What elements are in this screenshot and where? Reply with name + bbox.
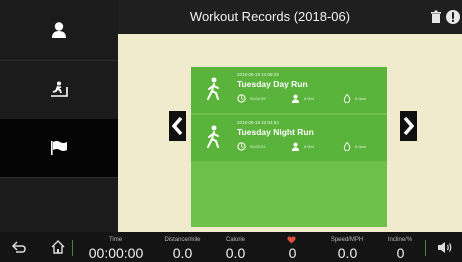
record-title: Tuesday Day Run — [237, 79, 308, 89]
record-time: 00:02:01 — [237, 142, 266, 151]
sidebar-item-user[interactable] — [0, 0, 118, 60]
distance-value: 0.0 — [172, 245, 193, 261]
records-panel: 2018-06-19 14:08:29 Tuesday Day Run 00:0… — [191, 67, 387, 227]
page-title: Workout Records (2018-06) — [189, 9, 351, 24]
clock-icon — [237, 142, 246, 151]
previous-page-button[interactable] — [169, 111, 186, 141]
heart-rate-value: 0 — [288, 245, 297, 261]
walker-icon — [207, 125, 219, 148]
walker-icon — [207, 77, 219, 100]
heart-icon — [287, 236, 296, 244]
divider — [425, 240, 426, 256]
sidebar-item-records[interactable] — [0, 119, 118, 177]
person-icon — [291, 142, 300, 151]
flame-icon — [343, 142, 351, 151]
divider — [72, 240, 73, 256]
trash-icon[interactable] — [428, 9, 444, 25]
record-date: 2018-06-19 22:04:54 — [237, 120, 279, 125]
record-calories: 0.0cal — [343, 94, 366, 103]
distance-label: Distance/mile — [164, 237, 201, 243]
record-time: 00:01:59 — [237, 94, 266, 103]
flag-icon — [51, 141, 67, 155]
info-icon[interactable] — [445, 9, 461, 25]
speed-value: 0.0 — [337, 245, 358, 261]
person-icon — [291, 94, 300, 103]
record-title: Tuesday Night Run — [237, 127, 314, 137]
record-distance: 0.0mi — [291, 94, 314, 103]
speed-label: Speed/MPH — [330, 237, 364, 243]
incline-value: 0 — [396, 245, 405, 261]
record-item[interactable]: 2018-06-19 14:08:29 Tuesday Day Run 00:0… — [191, 67, 387, 113]
sidebar — [0, 0, 118, 232]
sidebar-item-treadmill[interactable] — [0, 61, 118, 118]
calorie-label: Calorie — [225, 237, 245, 243]
calorie-value: 0.0 — [225, 245, 246, 261]
record-calories: 0.0cal — [343, 142, 366, 151]
volume-icon[interactable] — [437, 241, 453, 254]
user-icon — [52, 22, 66, 38]
record-distance: 0.0mi — [291, 142, 314, 151]
chevron-left-icon — [172, 116, 183, 136]
time-label: Time — [108, 237, 123, 243]
flame-icon — [343, 94, 351, 103]
clock-icon — [237, 94, 246, 103]
treadmill-runner-icon — [51, 81, 68, 97]
time-value: 00:00:00 — [88, 245, 144, 261]
chevron-right-icon — [403, 116, 414, 136]
back-icon[interactable] — [11, 240, 27, 254]
record-item[interactable]: 2018-06-19 22:04:54 Tuesday Night Run 00… — [191, 115, 387, 161]
incline-label: Incline/% — [387, 237, 413, 243]
home-icon[interactable] — [50, 239, 66, 255]
record-date: 2018-06-19 14:08:29 — [237, 72, 279, 77]
next-page-button[interactable] — [400, 111, 417, 141]
sidebar-divider — [0, 177, 118, 178]
